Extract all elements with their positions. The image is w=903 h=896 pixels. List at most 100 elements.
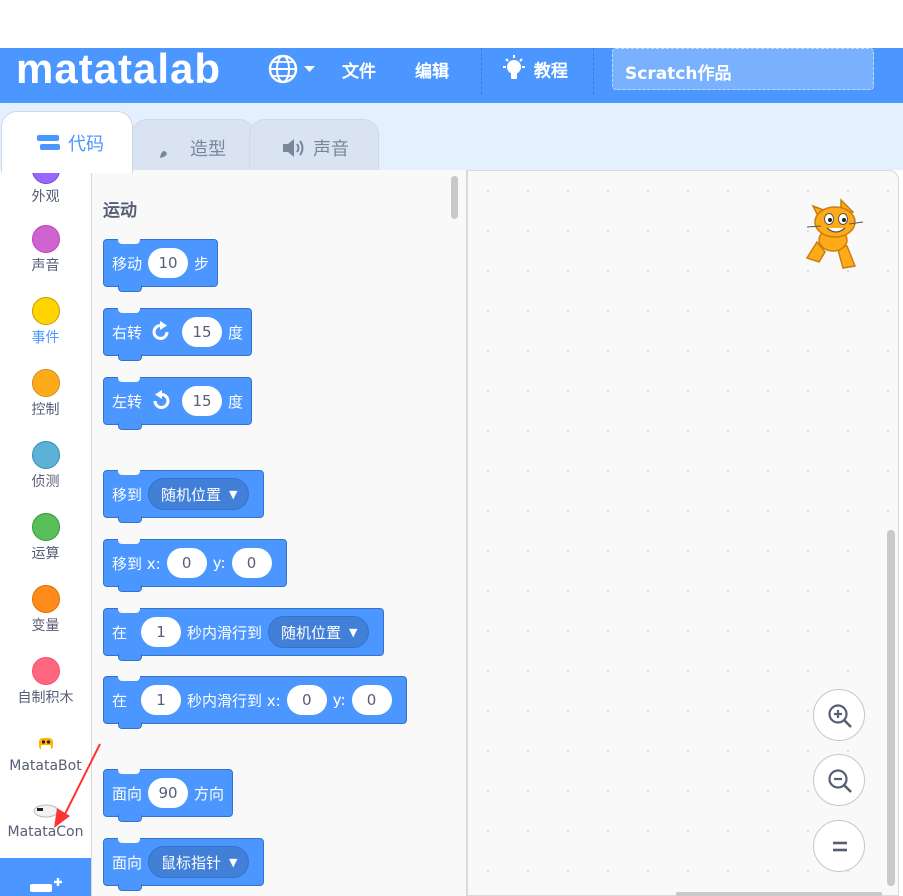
- sensing-dot-icon: [31, 441, 60, 469]
- x-input[interactable]: 0: [166, 548, 207, 578]
- add-extension-icon: [30, 878, 62, 892]
- add-extension-button[interactable]: [0, 858, 91, 896]
- dropdown-value: 随机位置: [281, 623, 342, 642]
- menu-bar: matatalab 文件 编辑 教程 Scratch作品: [0, 48, 903, 103]
- lightbulb-icon: [503, 55, 525, 79]
- block-text: 移到 x:: [112, 554, 161, 573]
- zoom-in-icon: [828, 704, 852, 728]
- target-dropdown[interactable]: 随机位置 ▼: [268, 616, 369, 648]
- category-label: 自制积木: [17, 690, 74, 706]
- tutorial-button[interactable]: 教程: [500, 54, 568, 84]
- steps-input[interactable]: 10: [148, 248, 189, 278]
- seconds-input[interactable]: 1: [141, 617, 182, 647]
- menu-divider: [481, 48, 482, 94]
- category-my-blocks[interactable]: 自制积木: [0, 657, 91, 707]
- block-text: 移到: [112, 485, 143, 504]
- goto-xy-block[interactable]: 移到 x: 0 y: 0: [103, 539, 287, 592]
- project-title-input[interactable]: Scratch作品: [612, 48, 874, 90]
- rotate-left-icon: [153, 390, 170, 409]
- control-dot-icon: [31, 369, 60, 397]
- block-text: 方向: [194, 784, 225, 803]
- palette-scrollbar[interactable]: [451, 176, 458, 219]
- sound-dot-icon: [31, 225, 60, 253]
- language-menu[interactable]: [267, 53, 317, 85]
- equals-icon: [833, 841, 847, 852]
- category-sound[interactable]: 声音: [0, 225, 91, 275]
- block-text: 秒内滑行到: [187, 623, 263, 642]
- sprite-cat-icon: [805, 198, 864, 269]
- tab-code[interactable]: 代码: [1, 111, 133, 173]
- direction-input[interactable]: 90: [148, 778, 189, 808]
- tab-code-label: 代码: [68, 133, 104, 155]
- editor-tabs: 代码 造型 声音: [0, 103, 903, 175]
- block-text: 在: [112, 691, 128, 710]
- file-menu[interactable]: 文件: [342, 57, 376, 82]
- category-events[interactable]: 事件: [0, 297, 91, 347]
- block-text: 面向: [112, 784, 143, 803]
- events-dot-icon: [31, 297, 60, 325]
- annotation-arrow-icon: [54, 743, 101, 828]
- point-direction-block[interactable]: 面向 90 方向: [103, 769, 234, 822]
- category-sensing[interactable]: 侦测: [0, 441, 91, 491]
- zoom-out-button[interactable]: [813, 754, 865, 806]
- dropdown-value: 鼠标指针: [161, 853, 222, 872]
- category-operators[interactable]: 运算: [0, 513, 91, 563]
- globe-icon: [268, 54, 315, 84]
- tab-sounds[interactable]: 声音: [249, 119, 379, 175]
- y-input[interactable]: 0: [231, 548, 272, 578]
- tab-costumes[interactable]: 造型: [131, 119, 255, 175]
- edit-menu[interactable]: 编辑: [415, 57, 449, 82]
- motion-heading: 运动: [103, 201, 137, 221]
- turn-right-block[interactable]: 右转 15 度: [103, 308, 253, 361]
- category-label: 运算: [31, 546, 60, 562]
- block-text: 度: [228, 323, 244, 342]
- target-dropdown[interactable]: 随机位置 ▼: [148, 478, 249, 510]
- dropdown-caret-icon: ▼: [229, 855, 238, 869]
- block-text: 左转: [112, 392, 143, 411]
- turn-left-block[interactable]: 左转 15 度: [103, 377, 253, 430]
- move-steps-block[interactable]: 移动 10 步: [103, 239, 219, 292]
- block-text: 右转: [112, 323, 143, 342]
- glide-to-block[interactable]: 在 1 秒内滑行到 随机位置 ▼: [103, 608, 384, 661]
- rotate-right-icon: [152, 321, 169, 340]
- block-text: 秒内滑行到 x:: [187, 691, 281, 710]
- category-label: 外观: [31, 189, 60, 205]
- dropdown-value: 随机位置: [161, 485, 222, 504]
- script-scrollbar[interactable]: [887, 530, 895, 886]
- variables-dot-icon: [31, 585, 60, 613]
- operators-dot-icon: [31, 513, 60, 541]
- block-text: 移动: [112, 254, 143, 273]
- script-hscrollbar[interactable]: [676, 892, 882, 896]
- code-icon: [37, 134, 60, 150]
- category-control[interactable]: 控制: [0, 369, 91, 419]
- category-label: 侦测: [31, 474, 60, 490]
- category-label: 控制: [31, 402, 60, 418]
- block-text: 在: [112, 623, 128, 642]
- category-label: 声音: [31, 258, 60, 274]
- block-text: 步: [194, 254, 210, 273]
- glide-to-xy-block[interactable]: 在 1 秒内滑行到 x: 0 y: 0: [103, 676, 407, 729]
- degrees-input[interactable]: 15: [182, 317, 223, 347]
- zoom-out-icon: [828, 769, 852, 793]
- brush-icon: [160, 137, 180, 158]
- point-towards-block[interactable]: 面向 鼠标指针 ▼: [103, 838, 264, 891]
- tab-costumes-label: 造型: [190, 138, 226, 160]
- category-variables[interactable]: 变量: [0, 585, 91, 635]
- zoom-in-button[interactable]: [813, 689, 865, 741]
- speaker-icon: [283, 138, 304, 157]
- category-label: 变量: [31, 618, 60, 634]
- matatalab-logo[interactable]: matatalab: [16, 48, 221, 90]
- block-text: 度: [228, 392, 244, 411]
- goto-block[interactable]: 移到 随机位置 ▼: [103, 470, 264, 523]
- x-input[interactable]: 0: [286, 685, 327, 715]
- block-text: 面向: [112, 853, 143, 872]
- degrees-input[interactable]: 15: [182, 386, 223, 416]
- block-text: y:: [212, 554, 226, 572]
- target-dropdown[interactable]: 鼠标指针 ▼: [148, 846, 249, 878]
- zoom-reset-button[interactable]: [813, 820, 865, 872]
- y-input[interactable]: 0: [351, 685, 392, 715]
- dropdown-caret-icon: ▼: [229, 487, 238, 501]
- seconds-input[interactable]: 1: [141, 685, 182, 715]
- dropdown-caret-icon: ▼: [349, 625, 358, 639]
- category-looks[interactable]: 外观: [0, 170, 91, 206]
